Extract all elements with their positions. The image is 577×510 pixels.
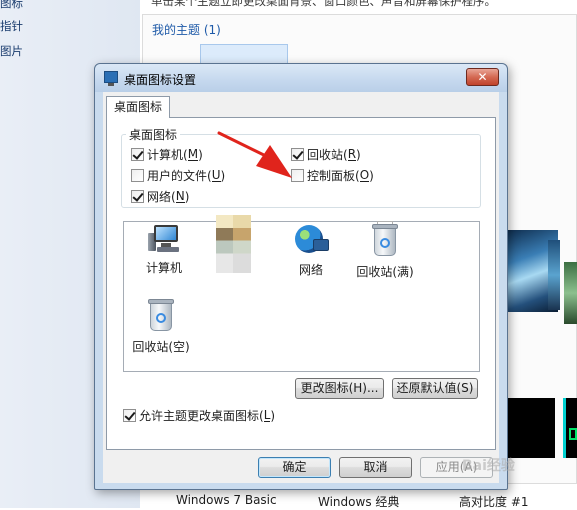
theme-name-classic[interactable]: Windows 经典 xyxy=(318,493,399,510)
my-themes-heading: 我的主题 (1) xyxy=(152,23,221,37)
checkbox-computer-box[interactable] xyxy=(131,148,144,161)
checkbox-control-panel[interactable]: 控制面板(O) xyxy=(291,167,374,184)
icon-item-recycle-bin-empty-label: 回收站(空) xyxy=(132,340,190,354)
icon-item-computer[interactable]: 计算机 xyxy=(139,225,189,276)
theme-thumbnail-aero-edge xyxy=(548,240,560,310)
sidebar-link-icons[interactable]: 图标 xyxy=(0,0,23,11)
checkbox-user-files-box[interactable] xyxy=(131,169,144,182)
personalization-description: 单击某个主题立即更改桌面背景、窗口颜色、声音和屏幕保护程序。 xyxy=(151,0,496,8)
theme-thumbnail-basic[interactable] xyxy=(505,398,555,458)
watermark: Bai经验 xyxy=(462,458,515,474)
checkbox-network[interactable]: 网络(N) xyxy=(131,188,189,205)
desktop-icon-settings-dialog: 桌面图标设置 ✕ 桌面图标 桌面图标 计算机(M) 回收站(R) 用户的文件(U… xyxy=(94,63,508,490)
checkbox-recycle-bin-box[interactable] xyxy=(291,148,304,161)
close-button[interactable]: ✕ xyxy=(466,68,499,86)
checkbox-user-files-label: 用户的文件 xyxy=(147,169,208,183)
selected-theme-thumbnail[interactable] xyxy=(200,44,288,64)
checkbox-user-files-mnemonic: U xyxy=(211,168,221,182)
icon-item-recycle-bin-empty[interactable]: 回收站(空) xyxy=(129,298,193,355)
checkbox-network-mnemonic: N xyxy=(175,189,185,203)
checkbox-allow-themes-label: 允许主题更改桌面图标 xyxy=(139,409,260,423)
desktop-monitor-icon xyxy=(104,71,118,86)
checkbox-recycle-bin-mnemonic: R xyxy=(347,147,357,161)
dialog-titlebar[interactable]: 桌面图标设置 ✕ xyxy=(95,64,507,92)
checkbox-control-panel-box[interactable] xyxy=(291,169,304,182)
change-icon-button[interactable]: 更改图标(H)... xyxy=(295,378,384,399)
checkbox-user-files[interactable]: 用户的文件(U) xyxy=(131,167,225,184)
recycle-bin-full-icon xyxy=(372,221,398,257)
checkbox-computer-label: 计算机 xyxy=(147,148,184,162)
checkbox-control-panel-mnemonic: O xyxy=(359,168,370,182)
checkbox-network-box[interactable] xyxy=(131,190,144,203)
icon-item-computer-label: 计算机 xyxy=(145,261,182,275)
cancel-button[interactable]: 取消 xyxy=(339,457,412,478)
checkbox-recycle-bin-label: 回收站 xyxy=(307,148,344,162)
restore-default-button[interactable]: 还原默认值(S) xyxy=(392,378,478,399)
theme-thumbnail-nature[interactable] xyxy=(564,262,577,324)
checkbox-recycle-bin[interactable]: 回收站(R) xyxy=(291,146,361,163)
checkbox-computer[interactable]: 计算机(M) xyxy=(131,146,203,163)
sidebar-link-pointers[interactable]: 指针 xyxy=(0,18,23,34)
user-files-icon-blurred[interactable] xyxy=(216,215,251,273)
checkbox-allow-themes[interactable]: 允许主题更改桌面图标(L) xyxy=(123,407,275,424)
checkbox-network-label: 网络 xyxy=(147,190,172,204)
icon-item-network-label: 网络 xyxy=(298,263,323,277)
recycle-bin-empty-icon xyxy=(148,298,174,332)
groupbox-label: 桌面图标 xyxy=(126,126,181,143)
checkbox-allow-themes-box[interactable] xyxy=(123,409,136,422)
theme-name-basic[interactable]: Windows 7 Basic xyxy=(176,493,277,507)
network-globe-icon xyxy=(295,223,329,255)
icon-item-network[interactable]: 网络 xyxy=(291,223,331,278)
checkbox-computer-mnemonic: M xyxy=(187,147,199,161)
ok-button[interactable]: 确定 xyxy=(258,457,331,478)
theme-thumbnail-high-contrast[interactable] xyxy=(563,398,577,458)
sidebar-link-pictures[interactable]: 图片 xyxy=(0,43,23,59)
icon-item-recycle-bin-full-label: 回收站(满) xyxy=(356,265,414,279)
icon-item-recycle-bin-full[interactable]: 回收站(满) xyxy=(353,221,417,280)
checkbox-control-panel-label: 控制面板 xyxy=(307,169,356,183)
computer-icon xyxy=(148,225,180,253)
tab-desktop-icons[interactable]: 桌面图标 xyxy=(106,96,170,118)
checkbox-allow-themes-mnemonic: L xyxy=(263,408,271,422)
dialog-title: 桌面图标设置 xyxy=(124,73,197,87)
theme-name-high-contrast[interactable]: 高对比度 #1 xyxy=(459,493,529,510)
